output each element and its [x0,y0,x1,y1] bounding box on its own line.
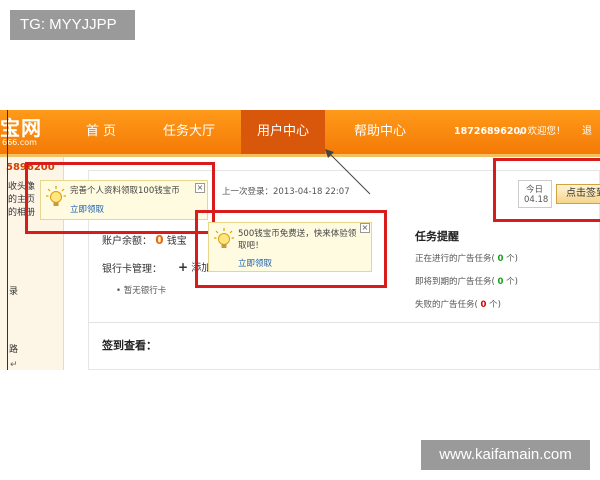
return-mark: ↵ [10,360,18,370]
task-reminder-title: 任务提醒 [415,230,459,243]
checkin-highlight-frame [493,158,600,222]
nav-underline [0,154,600,157]
welcome-text: ，欢迎您！ [518,126,566,137]
task-row-ongoing[interactable]: 正在进行的广告任务( 0 个) [415,252,518,264]
checkin-section-title: 签到查看： [102,339,157,352]
balance-value: 0 [155,233,164,247]
account-balance: 账户余额： 0 钱宝 [102,233,187,247]
website-screenshot: 宝网 666.com 首 页 任务大厅 用户中心 帮助中心 1872689620… [0,110,600,370]
profile-tip-highlight-frame [25,162,215,234]
section-divider [88,322,600,323]
screenshot-edge-line [7,110,8,370]
task-row-failed[interactable]: 失败的广告任务( 0 个) [415,298,501,310]
screenshot-stage: TG: MYYJJPP 宝网 666.com 首 页 任务大厅 用户中心 帮助中… [0,0,600,480]
sidebar-item-path[interactable]: 路 [9,342,18,355]
sidebar-item-record[interactable]: 录 [9,284,18,297]
nav-task-hall[interactable]: 任务大厅 [148,110,230,154]
task-row-expiring[interactable]: 即将到期的广告任务( 0 个) [415,275,518,287]
nav-home[interactable]: 首 页 [66,110,136,154]
annotation-arrow [325,149,371,195]
bank-card-label: 银行卡管理： [102,264,162,275]
site-watermark: www.kaifamain.com [421,440,590,470]
nav-user-center[interactable]: 用户中心 [241,110,325,154]
user-phone: 18726896200 [454,126,527,137]
plus-icon: + [178,260,189,274]
trial-tip-highlight-frame [195,210,387,288]
no-bank-card-text: • 暂无银行卡 [116,286,167,296]
telegram-watermark: TG: MYYJJPP [10,10,135,40]
logout-link[interactable]: 退出 [582,110,600,181]
